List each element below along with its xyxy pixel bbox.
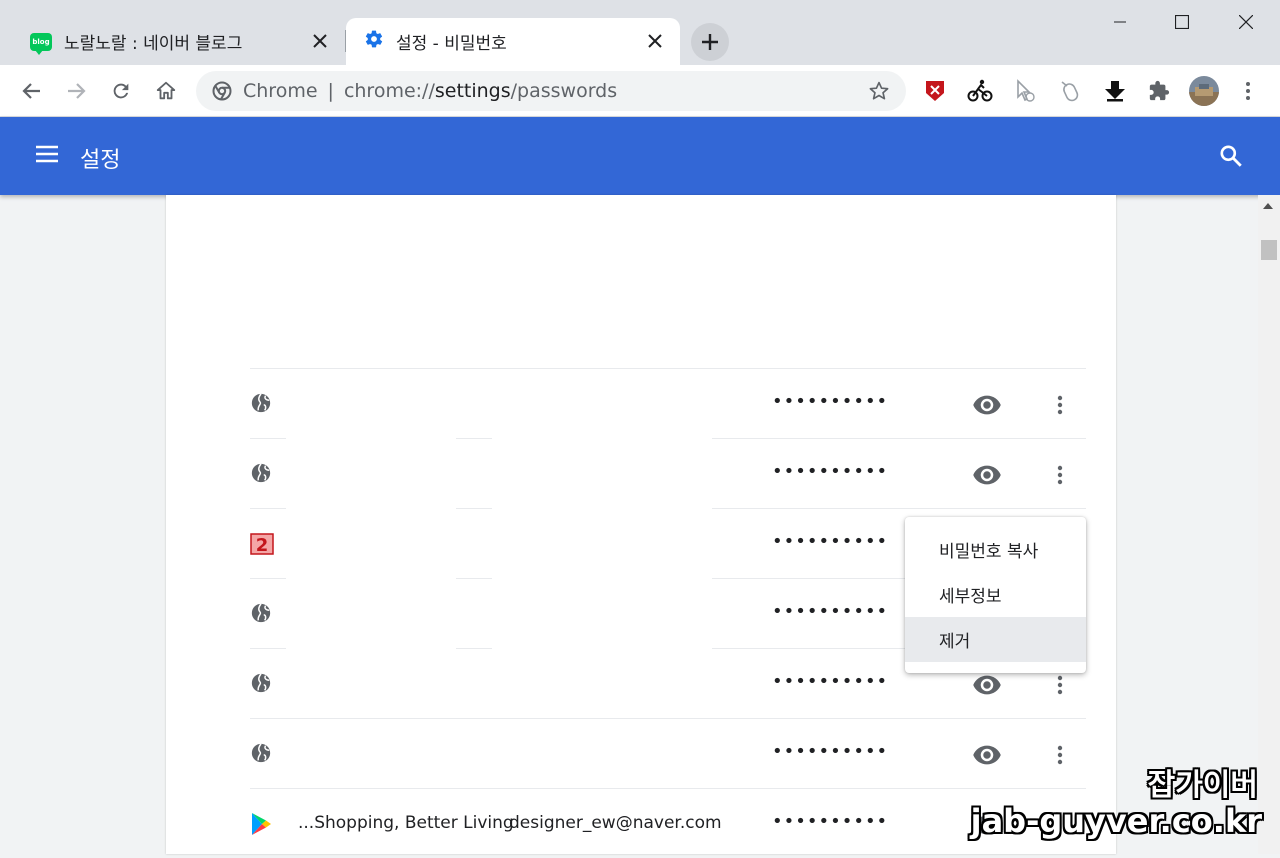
close-window-button[interactable]	[1223, 6, 1269, 38]
red-2-favicon: 2	[250, 532, 274, 556]
show-password-eye-icon[interactable]	[972, 740, 1002, 770]
more-actions-icon[interactable]	[1046, 390, 1074, 420]
plus-icon	[702, 34, 718, 50]
avatar[interactable]	[1188, 75, 1220, 107]
remove-menu-item[interactable]: 제거	[905, 617, 1086, 662]
row-separator-gap	[286, 648, 456, 650]
maximize-icon	[1175, 15, 1189, 29]
copy-password-menu-item[interactable]: 비밀번호 복사	[905, 527, 1086, 572]
password-value: ••••••••••	[772, 391, 889, 412]
url-host: settings	[434, 80, 511, 102]
page-title: 설정	[80, 148, 121, 173]
row-separator-gap	[492, 508, 712, 510]
tab-close-icon[interactable]	[307, 28, 333, 54]
arrow-left-icon	[22, 83, 40, 99]
password-row: ••••••••••	[250, 438, 1086, 508]
globe-icon	[250, 392, 274, 416]
settings-header: 설정	[0, 117, 1280, 195]
scroll-up-arrow-icon[interactable]	[1263, 203, 1273, 209]
password-value: ••••••••••	[772, 741, 889, 762]
cursor-extension-icon[interactable]	[1012, 78, 1038, 104]
hamburger-menu-icon[interactable]	[34, 143, 64, 169]
password-value: ••••••••••	[772, 671, 889, 692]
more-actions-icon[interactable]	[1046, 460, 1074, 490]
bookmark-star-icon[interactable]	[868, 80, 890, 106]
scheme-separator: |	[327, 80, 334, 102]
back-button[interactable]	[16, 75, 48, 107]
watermark-title: 잡가이버	[1147, 768, 1258, 803]
scrollbar-thumb[interactable]	[1261, 240, 1277, 260]
globe-icon	[250, 602, 274, 626]
password-row: ••••••••••	[250, 368, 1086, 438]
row-separator-gap	[492, 578, 712, 580]
chrome-icon	[212, 81, 232, 105]
watermark-url: jab-guyver.co.kr	[970, 802, 1262, 840]
password-value: ••••••••••	[772, 531, 889, 552]
download-extension-icon[interactable]	[1102, 78, 1128, 104]
globe-icon	[250, 742, 274, 766]
reload-icon	[113, 83, 129, 99]
browser-toolbar: Chrome | chrome://settings/passwords	[0, 65, 1280, 117]
address-bar[interactable]: Chrome | chrome://settings/passwords	[196, 71, 906, 111]
scheme-label: Chrome	[243, 80, 318, 102]
tab-naver-blog[interactable]: blog 노랄노랄 : 네이버 블로그	[12, 18, 345, 65]
password-value: ••••••••••	[772, 601, 889, 622]
tab-strip: blog 노랄노랄 : 네이버 블로그 설정 - 비밀번호	[0, 0, 1280, 65]
kebab-menu-icon[interactable]	[1235, 78, 1261, 104]
show-password-eye-icon[interactable]	[972, 460, 1002, 490]
tab-title: 노랄노랄 : 네이버 블로그	[64, 34, 243, 54]
url-path: /passwords	[510, 80, 618, 102]
vertical-scrollbar[interactable]	[1258, 195, 1280, 854]
password-row: ...Shopping, Better Living designer_ew@n…	[250, 788, 1086, 858]
arrow-right-icon	[68, 83, 86, 99]
gear-icon	[364, 29, 384, 54]
forward-button[interactable]	[60, 75, 92, 107]
row-separator-gap	[286, 438, 456, 440]
password-value: ••••••••••	[772, 461, 889, 482]
address-text: Chrome | chrome://settings/passwords	[243, 80, 617, 102]
row-separator-gap	[492, 648, 712, 650]
globe-icon	[250, 462, 274, 486]
password-row: ••••••••••	[250, 718, 1086, 788]
show-password-eye-icon[interactable]	[972, 390, 1002, 420]
password-context-menu: 비밀번호 복사 세부정보 제거	[905, 517, 1086, 673]
maximize-button[interactable]	[1159, 6, 1205, 38]
shield-extension-icon[interactable]	[922, 78, 948, 104]
details-menu-item[interactable]: 세부정보	[905, 572, 1086, 617]
puzzle-extensions-icon[interactable]	[1146, 78, 1172, 104]
more-actions-icon[interactable]	[1046, 670, 1074, 700]
blog-icon-text: blog	[32, 37, 50, 46]
globe-icon	[250, 672, 274, 696]
row-separator-gap	[492, 438, 712, 440]
mouse-extension-icon[interactable]	[1057, 78, 1083, 104]
search-icon[interactable]	[1218, 143, 1246, 171]
tab-settings-passwords[interactable]: 설정 - 비밀번호	[346, 18, 680, 65]
google-play-icon	[250, 812, 274, 836]
new-tab-button[interactable]	[691, 23, 729, 61]
blog-icon: blog	[30, 32, 52, 55]
favicon-text: 2	[256, 535, 269, 556]
tab-close-icon[interactable]	[642, 28, 668, 54]
show-password-eye-icon[interactable]	[972, 670, 1002, 700]
minimize-icon	[1114, 21, 1126, 23]
tab-title: 설정 - 비밀번호	[396, 34, 507, 54]
close-icon	[1239, 15, 1253, 29]
username: designer_ew@naver.com	[509, 813, 722, 833]
cyclist-extension-icon[interactable]	[967, 78, 993, 104]
minimize-button[interactable]	[1097, 6, 1143, 38]
password-value: ••••••••••	[772, 811, 889, 832]
site-name: ...Shopping, Better Living	[298, 813, 514, 833]
more-actions-icon[interactable]	[1046, 740, 1074, 770]
url-prefix: chrome://	[343, 80, 435, 102]
row-separator-gap	[286, 508, 456, 510]
row-separator-gap	[286, 578, 456, 580]
home-icon	[156, 81, 176, 100]
reload-button[interactable]	[105, 75, 137, 107]
home-button[interactable]	[150, 75, 182, 107]
